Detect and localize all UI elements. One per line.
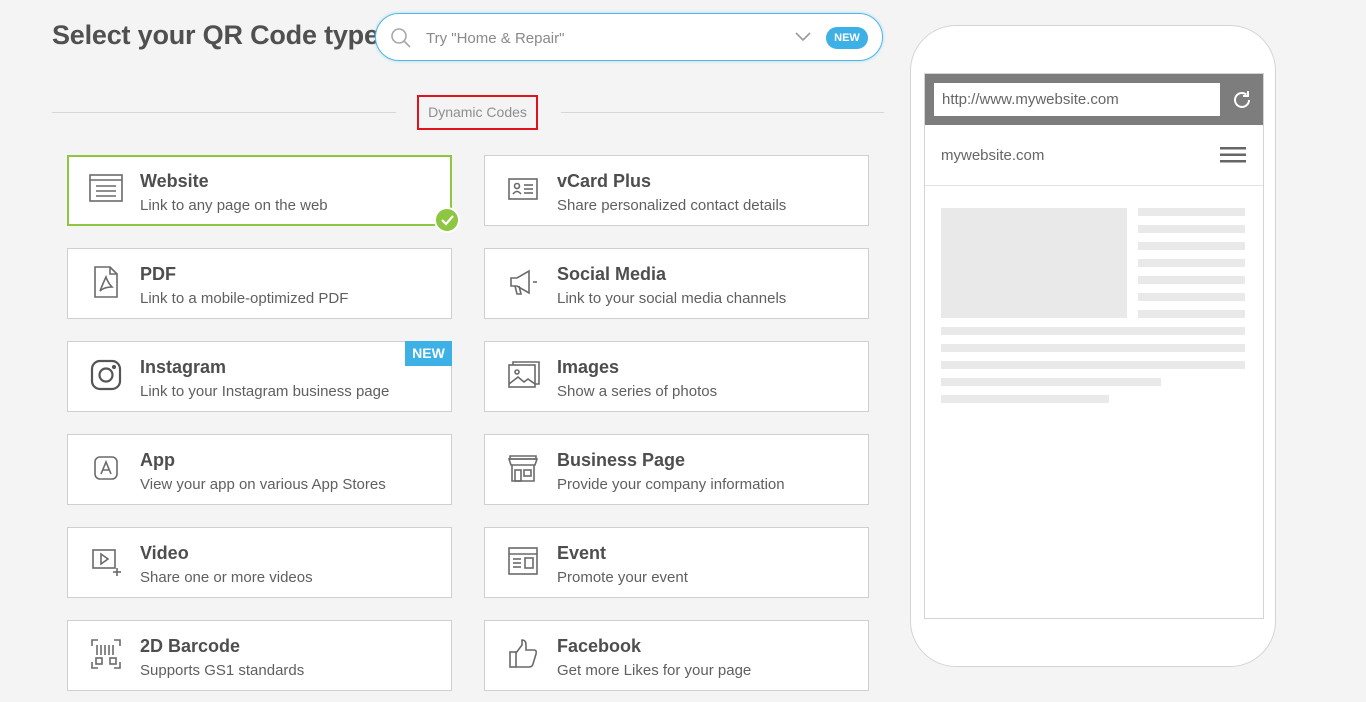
card-title: Event: [557, 543, 607, 563]
placeholder-line: [1138, 293, 1245, 301]
image-gallery-icon: [505, 357, 541, 393]
url-field[interactable]: [934, 83, 1220, 116]
barcode-icon: [88, 636, 124, 672]
website-icon: [88, 171, 124, 207]
card-business-page[interactable]: Business Page Provide your company infor…: [484, 434, 869, 505]
placeholder-line: [941, 344, 1245, 352]
megaphone-icon: [505, 264, 541, 300]
calendar-icon: [505, 543, 541, 579]
card-website[interactable]: Website Link to any page on the web: [67, 155, 460, 233]
placeholder-line: [1138, 242, 1245, 250]
card-description: Link to a mobile-optimized PDF: [140, 290, 349, 307]
card-description: Provide your company information: [557, 476, 785, 493]
card-title: Images: [557, 357, 620, 377]
card-social-media[interactable]: Social Media Link to your social media c…: [484, 248, 869, 319]
card-description: Link to your social media channels: [557, 290, 787, 307]
card-title: 2D Barcode: [140, 636, 241, 656]
page-title: Select your QR Code type: [52, 20, 379, 50]
card-description: Share personalized contact details: [557, 197, 787, 214]
phone-preview: mywebsite.com: [910, 25, 1276, 667]
card-title: Business Page: [557, 450, 686, 470]
divider-left: [52, 112, 396, 113]
search-box[interactable]: NEW: [375, 13, 883, 61]
card-description: Get more Likes for your page: [557, 662, 752, 679]
card-pdf[interactable]: PDF Link to a mobile-optimized PDF: [67, 248, 452, 319]
card-title: Social Media: [557, 264, 667, 284]
card-app[interactable]: App View your app on various App Stores: [67, 434, 452, 505]
search-icon: [390, 27, 412, 54]
card-vcard-plus[interactable]: vCard Plus Share personalized contact de…: [484, 155, 869, 226]
placeholder-line: [1138, 276, 1245, 284]
new-badge: NEW: [405, 341, 452, 366]
card-images[interactable]: Images Show a series of photos: [484, 341, 869, 412]
card-description: Promote your event: [557, 569, 688, 586]
check-icon: [434, 207, 460, 233]
placeholder-line: [941, 361, 1245, 369]
reload-icon[interactable]: [1231, 89, 1253, 116]
app-store-icon: [88, 450, 124, 486]
site-header: mywebsite.com: [925, 125, 1263, 186]
card-title: PDF: [140, 264, 176, 284]
card-description: View your app on various App Stores: [140, 476, 386, 493]
hamburger-menu-icon[interactable]: [1219, 145, 1247, 170]
card-title: Video: [140, 543, 189, 563]
new-badge: NEW: [826, 27, 868, 49]
browser-bar: [925, 74, 1263, 125]
card-title: vCard Plus: [557, 171, 652, 191]
card-2d-barcode[interactable]: 2D Barcode Supports GS1 standards: [67, 620, 452, 691]
card-facebook[interactable]: Facebook Get more Likes for your page: [484, 620, 869, 691]
section-label-dynamic-codes: Dynamic Codes: [417, 95, 538, 130]
placeholder-line: [941, 395, 1109, 403]
storefront-icon: [505, 450, 541, 486]
card-event[interactable]: Event Promote your event: [484, 527, 869, 598]
card-description: Supports GS1 standards: [140, 662, 305, 679]
placeholder-line: [941, 378, 1161, 386]
placeholder-line: [1138, 259, 1245, 267]
instagram-icon: [88, 357, 124, 393]
card-description: Link to your Instagram business page: [140, 383, 390, 400]
video-icon: [88, 543, 124, 579]
card-title: Instagram: [140, 357, 227, 377]
thumbs-up-icon: [505, 636, 541, 672]
placeholder-line: [1138, 208, 1245, 216]
card-title: Facebook: [557, 636, 642, 656]
placeholder-image: [941, 208, 1127, 318]
card-description: Link to any page on the web: [140, 197, 328, 214]
placeholder-line: [1138, 310, 1245, 318]
card-video[interactable]: Video Share one or more videos: [67, 527, 452, 598]
divider-right: [561, 112, 884, 113]
card-description: Share one or more videos: [140, 569, 313, 586]
site-name: mywebsite.com: [941, 147, 1045, 164]
placeholder-line: [941, 327, 1245, 335]
contact-card-icon: [505, 171, 541, 207]
card-title: App: [140, 450, 175, 470]
card-instagram[interactable]: Instagram Link to your Instagram busines…: [67, 341, 452, 412]
pdf-icon: [88, 264, 124, 300]
search-input[interactable]: [424, 24, 788, 52]
chevron-down-icon[interactable]: [794, 30, 812, 48]
qr-type-page: Select your QR Code type NEW Dynamic Cod…: [0, 0, 1366, 702]
card-description: Show a series of photos: [557, 383, 718, 400]
placeholder-line: [1138, 225, 1245, 233]
card-title: Website: [140, 171, 209, 191]
phone-screen: mywebsite.com: [924, 73, 1264, 619]
